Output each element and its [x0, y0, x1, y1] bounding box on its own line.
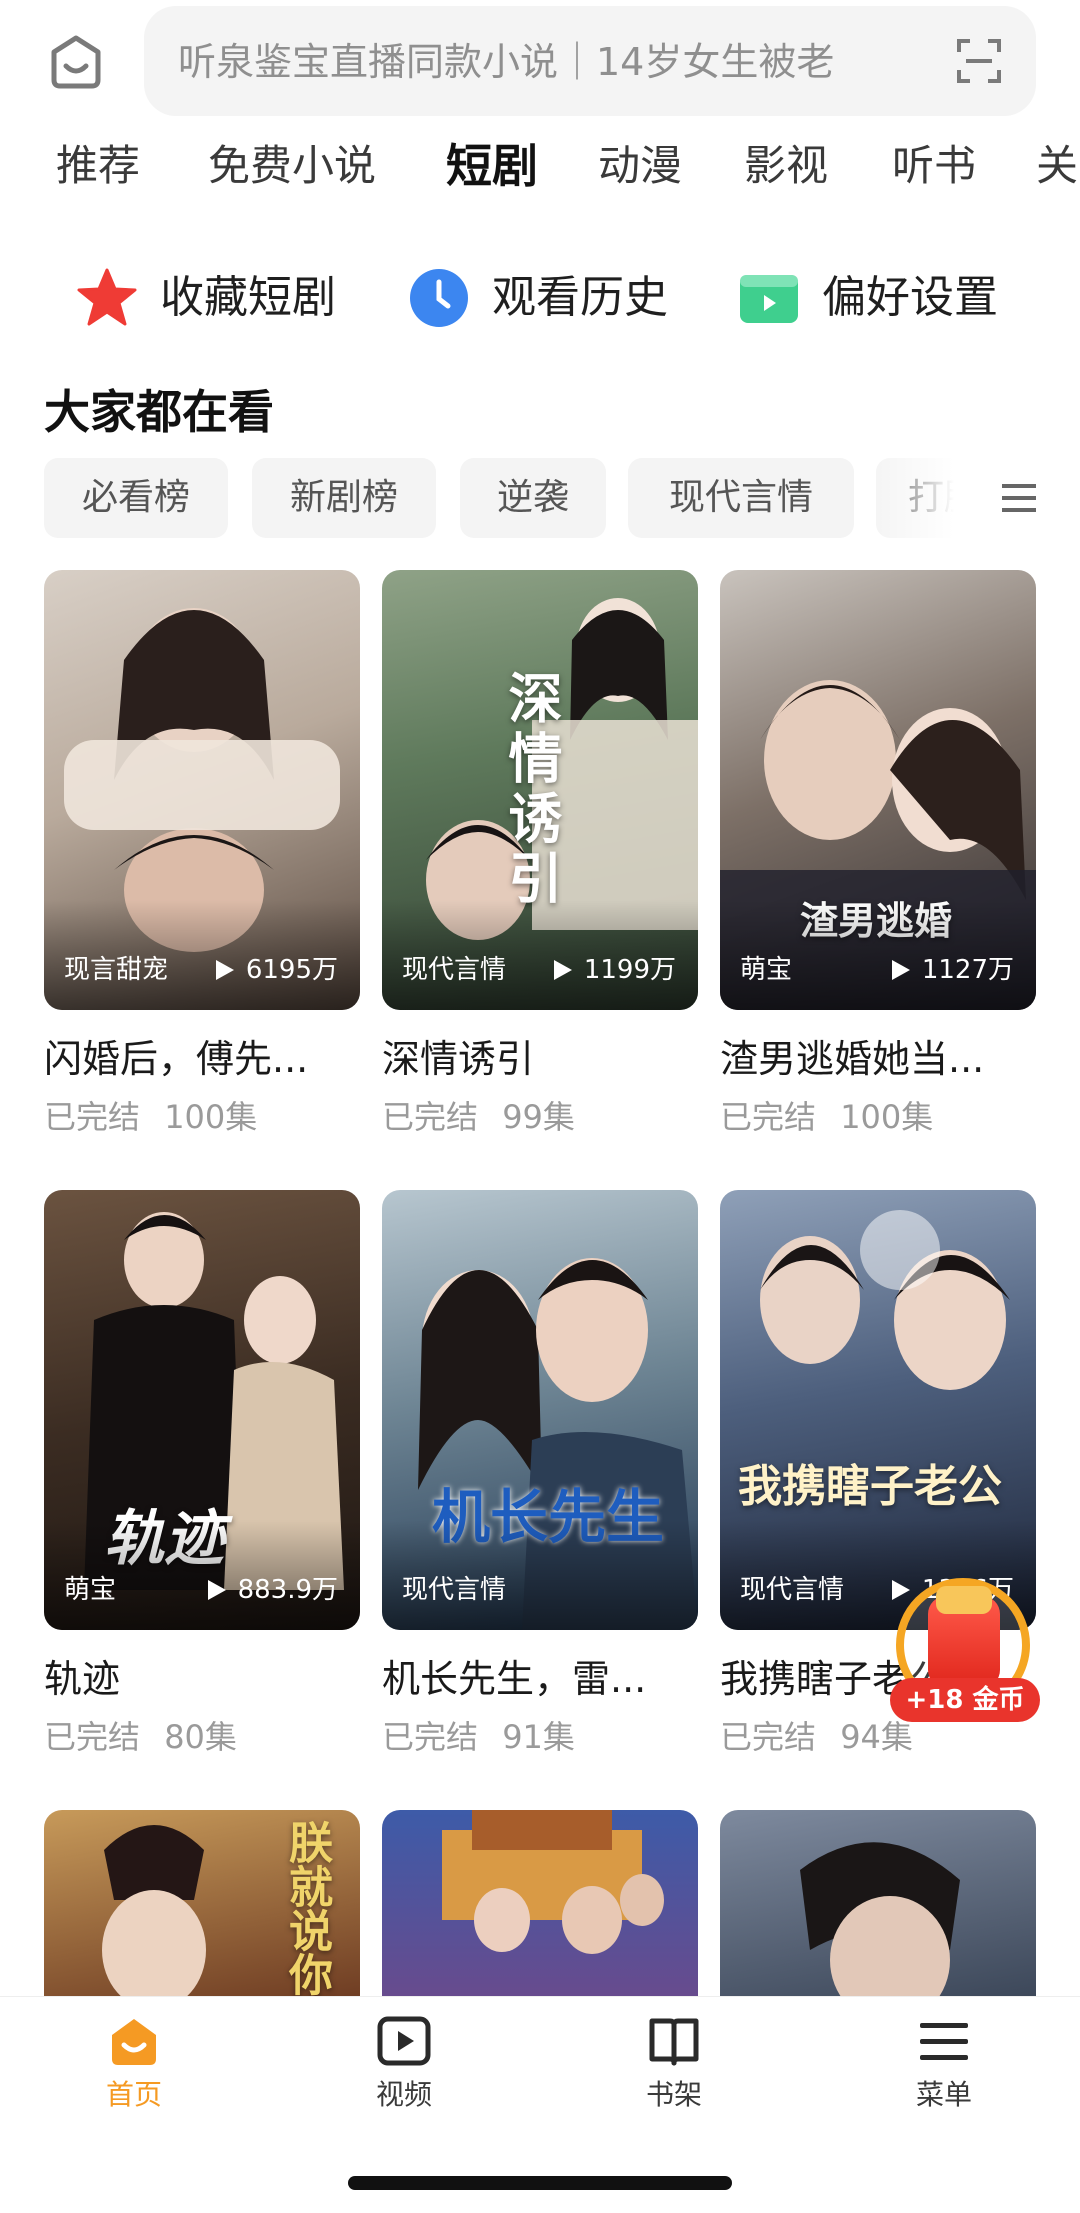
nav-menu-label: 菜单	[915, 2078, 972, 2111]
drama-status: 已完结	[382, 1718, 479, 1756]
search-placeholder: 听泉鉴宝直播同款小说｜14岁女生被老	[178, 40, 835, 84]
genre-tag: 现代言情	[402, 1575, 507, 1605]
drama-poster[interactable]: 我携瞎子老公 现代言情 1386万	[720, 1190, 1036, 1630]
favorites-entry[interactable]: 收藏短剧	[76, 258, 336, 338]
drama-title[interactable]: 闪婚后，傅先...	[44, 1030, 360, 1088]
nav-video-label: 视频	[375, 2078, 432, 2111]
poster-art-text: 我携瞎子老公	[738, 1461, 1002, 1512]
preferences-icon	[740, 275, 798, 323]
play-count: 6195万	[214, 952, 338, 988]
preferences-entry[interactable]: 偏好设置	[738, 258, 998, 338]
tab-recommend[interactable]: 推荐	[56, 136, 140, 196]
filter-chips: 必看榜 新剧榜 逆袭 现代言情 打脸	[0, 458, 1080, 542]
drama-episodes: 100集	[840, 1098, 934, 1136]
genre-tag: 萌宝	[740, 955, 793, 985]
play-icon	[207, 1580, 226, 1600]
drama-status: 已完结	[720, 1098, 817, 1136]
clock-icon	[410, 269, 468, 327]
tab-short-drama[interactable]: 短剧	[446, 136, 538, 196]
app-logo-icon[interactable]	[46, 34, 106, 90]
scan-icon[interactable]	[956, 38, 1002, 84]
play-count: 1199万	[552, 952, 676, 988]
drama-status: 已完结	[44, 1718, 141, 1756]
nav-video[interactable]: 视频	[324, 2013, 484, 2123]
coin-reward-badge[interactable]: +18 金币	[890, 1578, 1040, 1728]
chip-comeback[interactable]: 逆袭	[460, 458, 606, 538]
drama-meta: 已完结 100集	[720, 1094, 933, 1140]
nav-home-label: 首页	[105, 2078, 162, 2111]
star-icon	[77, 268, 137, 326]
poster-art-text: 深情诱引	[499, 670, 563, 910]
history-entry[interactable]: 观看历史	[408, 258, 668, 338]
drama-poster[interactable]: 深情诱引 现代言情 1199万	[382, 570, 698, 1010]
chip-menu-icon[interactable]	[1002, 484, 1036, 512]
video-play-icon	[377, 2016, 431, 2066]
drama-title[interactable]: 深情诱引	[382, 1030, 698, 1088]
drama-title[interactable]: 机长先生，雷...	[382, 1650, 698, 1708]
play-icon	[215, 960, 234, 980]
drama-meta: 已完结 94集	[720, 1714, 913, 1760]
play-count-value: 6195万	[245, 955, 338, 985]
drama-poster[interactable]: 现言甜宠 6195万	[44, 570, 360, 1010]
drama-status: 已完结	[44, 1098, 141, 1136]
chip-fade	[870, 458, 1080, 538]
quick-entries: 收藏短剧 观看历史 偏好设置	[0, 258, 1080, 338]
search-bar[interactable]: 听泉鉴宝直播同款小说｜14岁女生被老	[144, 6, 1036, 116]
play-count-value: 883.9万	[237, 1575, 338, 1605]
nav-menu[interactable]: 菜单	[864, 2013, 1024, 2123]
drama-meta: 已完结 99集	[382, 1094, 575, 1140]
tab-free-novels[interactable]: 免费小说	[208, 136, 376, 196]
section-title: 大家都在看	[44, 385, 274, 439]
nav-home[interactable]: 首页	[54, 2013, 214, 2123]
drama-meta: 已完结 91集	[382, 1714, 575, 1760]
preferences-label: 偏好设置	[822, 272, 998, 323]
genre-tag: 现代言情	[402, 955, 507, 985]
red-packet-top	[936, 1586, 992, 1614]
chip-modern-romance[interactable]: 现代言情	[628, 458, 854, 538]
nav-bookshelf[interactable]: 书架	[594, 2013, 754, 2123]
play-icon	[553, 960, 572, 980]
drama-meta: 已完结 100集	[44, 1094, 257, 1140]
home-indicator	[348, 2176, 732, 2190]
drama-episodes: 99集	[502, 1098, 575, 1136]
tab-anime[interactable]: 动漫	[598, 136, 682, 196]
drama-title[interactable]: 渣男逃婚她当...	[720, 1030, 1036, 1088]
genre-tag: 萌宝	[64, 1575, 117, 1605]
play-count-value: 1127万	[921, 955, 1014, 985]
tab-follow[interactable]: 关	[1036, 136, 1078, 196]
drama-episodes: 91集	[502, 1718, 575, 1756]
drama-title[interactable]: 轨迹	[44, 1650, 360, 1708]
book-icon	[649, 2018, 699, 2066]
play-icon	[891, 960, 910, 980]
drama-status: 已完结	[720, 1718, 817, 1756]
drama-poster[interactable]: 机长先生 现代言情	[382, 1190, 698, 1630]
tab-film-tv[interactable]: 影视	[744, 136, 828, 196]
drama-meta: 已完结 80集	[44, 1714, 237, 1760]
play-count: 1127万	[890, 952, 1014, 988]
top-bar: 听泉鉴宝直播同款小说｜14岁女生被老	[0, 0, 1080, 120]
play-count-value: 1199万	[583, 955, 676, 985]
chip-new-dramas[interactable]: 新剧榜	[252, 458, 436, 538]
favorites-label: 收藏短剧	[160, 272, 336, 323]
coin-label: +18 金币	[890, 1678, 1040, 1722]
nav-bookshelf-label: 书架	[645, 2078, 702, 2111]
drama-poster[interactable]: 轨迹 萌宝 883.9万	[44, 1190, 360, 1630]
genre-tag: 现代言情	[740, 1575, 845, 1605]
tab-audiobooks[interactable]: 听书	[892, 136, 976, 196]
genre-tag: 现言甜宠	[64, 955, 169, 985]
history-label: 观看历史	[492, 272, 668, 323]
drama-poster[interactable]: 渣男逃婚 萌宝 1127万	[720, 570, 1036, 1010]
home-icon	[112, 2019, 156, 2065]
chip-must-watch[interactable]: 必看榜	[44, 458, 228, 538]
drama-episodes: 100集	[164, 1098, 258, 1136]
drama-status: 已完结	[382, 1098, 479, 1136]
menu-icon	[920, 2023, 968, 2060]
category-tabs: 推荐 免费小说 短剧 动漫 影视 听书 关	[0, 130, 1080, 210]
play-count: 883.9万	[206, 1572, 338, 1608]
drama-episodes: 80集	[164, 1718, 237, 1756]
